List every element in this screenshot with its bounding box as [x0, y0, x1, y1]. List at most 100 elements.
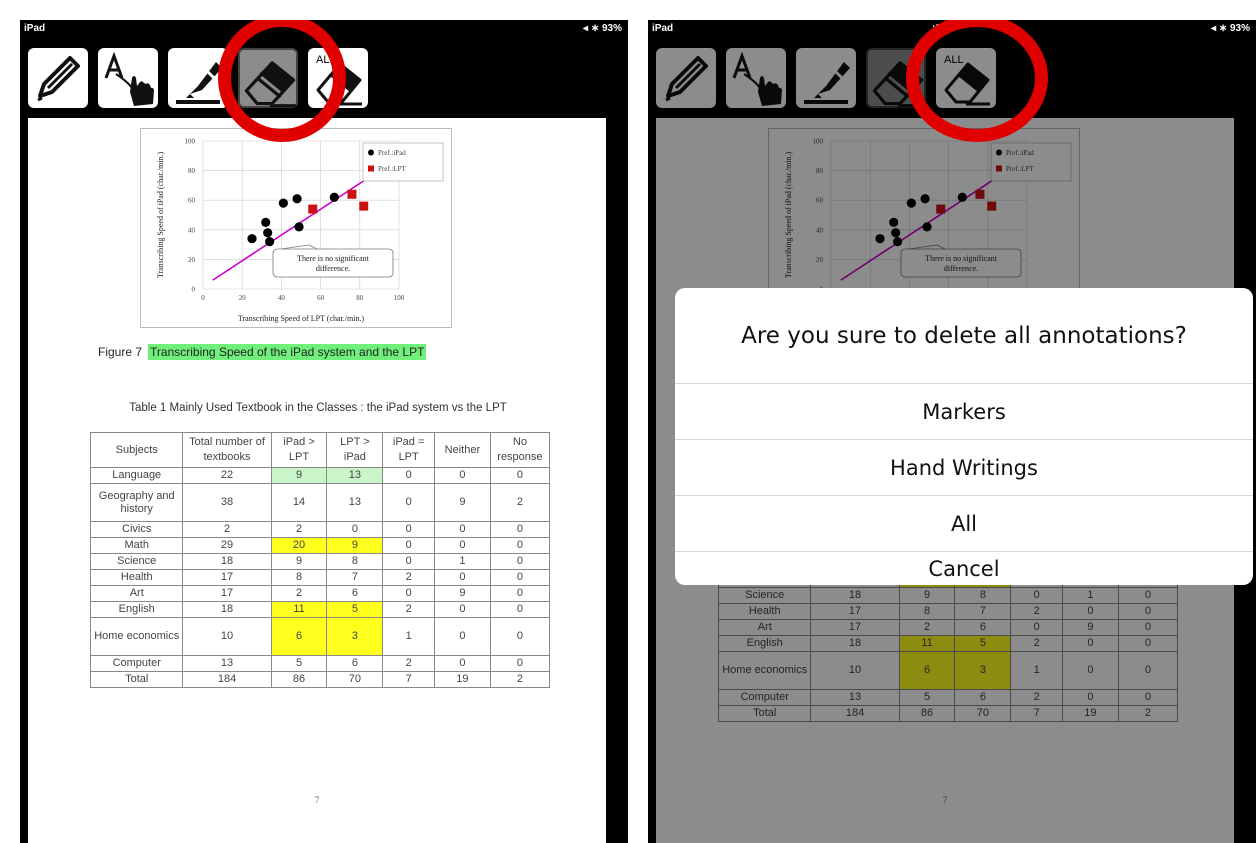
- table-cell: 2: [489, 671, 551, 688]
- table-cell: 0: [382, 483, 435, 522]
- data-point-ipad: [329, 192, 339, 202]
- legend-label: Pref.:LPT: [378, 165, 407, 173]
- table-cell: 19: [433, 671, 491, 688]
- table-cell: 5: [270, 655, 328, 672]
- table-cell: 0: [489, 569, 551, 586]
- table-cell: 70: [326, 671, 384, 688]
- table-cell: 0: [433, 601, 491, 618]
- y-tick-label: 60: [188, 197, 196, 205]
- table-header-row: Subjects Total number of textbooks iPad …: [89, 432, 551, 468]
- status-bar: iPad 13: ◂ ∗ 93%: [20, 20, 628, 38]
- all-label: ALL: [316, 54, 336, 66]
- device-label: iPad: [24, 23, 46, 34]
- table-cell: 184: [182, 671, 272, 688]
- x-tick-label: 20: [239, 294, 247, 302]
- table-cell: 2: [182, 521, 272, 538]
- pencil-icon: [37, 56, 80, 102]
- table-cell: 3: [326, 617, 384, 656]
- data-point-lpt: [347, 189, 357, 199]
- table-cell: 0: [433, 655, 491, 672]
- device-label: iPad: [652, 23, 674, 34]
- annotation-pointer: [280, 244, 318, 250]
- table-cell: 13: [182, 655, 272, 672]
- table-cell: 5: [326, 601, 384, 618]
- data-point-ipad: [278, 198, 288, 208]
- row-subject-cell: Civics: [89, 521, 184, 538]
- legend-marker-circle: [368, 149, 374, 156]
- battery-indicator: ◂ ∗ 93%: [583, 23, 622, 34]
- table-row: Geography and history 38 14 13 0 9 2: [89, 483, 551, 522]
- row-subject-cell: Health: [89, 569, 184, 586]
- table-cell: 9: [433, 483, 491, 522]
- table-cell: 22: [182, 467, 272, 484]
- scatter-chart: 0 20 40 60 80 100 0 20 40 60 80 100 Transcribing Spe…: [140, 128, 452, 328]
- data-point-ipad: [265, 237, 275, 247]
- table-cell: 0: [489, 537, 551, 554]
- header-cell: Neither: [433, 432, 491, 468]
- table-cell: 0: [382, 585, 435, 602]
- header-cell: iPad > LPT: [270, 432, 328, 468]
- document-page[interactable]: 0 20 40 60 80 100 0 20 40 60 80 100 Transcribing Spe…: [28, 118, 606, 843]
- header-cell: iPad = LPT: [382, 432, 435, 468]
- table-cell: 9: [270, 553, 328, 570]
- table-row: Civics 2 2 0 0 0 0: [89, 521, 551, 538]
- eraser-tool-button[interactable]: [238, 48, 298, 108]
- toolbar-dim-overlay: [648, 38, 1256, 118]
- ipad-screen-right: iPad :05 ◂ ∗ 93% ALL 20 40 60 80 100 Tra…: [648, 20, 1256, 843]
- table-cell: 10: [182, 617, 272, 656]
- header-cell: Subjects: [89, 432, 184, 468]
- table-row: Total 184 86 70 7 19 2: [89, 671, 551, 688]
- header-cell: No response: [489, 432, 551, 468]
- pencil-tool-button[interactable]: [28, 48, 88, 108]
- data-point-ipad: [294, 222, 304, 232]
- table-row: Art 17 2 6 0 9 0: [89, 585, 551, 602]
- table-cell: 9: [270, 467, 328, 484]
- table-cell: 7: [382, 671, 435, 688]
- table-cell: 2: [270, 521, 328, 538]
- header-cell: LPT > iPad: [326, 432, 384, 468]
- text-handwriting-tool-button[interactable]: [98, 48, 158, 108]
- annotation-text: There is no significant: [297, 254, 370, 263]
- table-cell: 0: [489, 467, 551, 484]
- y-tick-label: 80: [188, 167, 196, 175]
- table-cell: 1: [433, 553, 491, 570]
- page-number: 7: [314, 795, 320, 805]
- table-cell: 7: [326, 569, 384, 586]
- table-cell: 86: [270, 671, 328, 688]
- y-axis-label: Transcribing Speed of iPad (char./min.): [156, 151, 165, 278]
- marker-icon: [176, 62, 222, 104]
- table-cell: 38: [182, 483, 272, 522]
- row-subject-cell: Computer: [89, 655, 184, 672]
- table-cell: 17: [182, 585, 272, 602]
- table-cell: 0: [433, 467, 491, 484]
- row-subject-cell: Total: [89, 671, 184, 688]
- table-cell: 9: [433, 585, 491, 602]
- table-cell: 18: [182, 601, 272, 618]
- annotation-text: difference.: [316, 264, 350, 273]
- table-cell: 17: [182, 569, 272, 586]
- table-cell: 0: [433, 569, 491, 586]
- table-row: Health 17 8 7 2 0 0: [89, 569, 551, 586]
- all-button[interactable]: All: [675, 496, 1253, 552]
- table-cell: 0: [489, 553, 551, 570]
- table-cell: 8: [326, 553, 384, 570]
- cancel-button[interactable]: Cancel: [675, 552, 1253, 585]
- table-cell: 13: [326, 467, 384, 484]
- erase-all-tool-button[interactable]: ALL: [308, 48, 368, 108]
- data-point-ipad: [261, 217, 271, 227]
- hand-writings-button[interactable]: Hand Writings: [675, 440, 1253, 496]
- table-cell: 13: [326, 483, 384, 522]
- table-cell: 11: [270, 601, 328, 618]
- highlighted-caption: Transcribing Speed of the iPad system an…: [148, 344, 427, 360]
- markers-button[interactable]: Markers: [675, 384, 1253, 440]
- table-row: Home economics 10 6 3 1 0 0: [89, 617, 551, 656]
- table-row: Computer 13 5 6 2 0 0: [89, 655, 551, 672]
- battery-indicator: ◂ ∗ 93%: [1211, 23, 1250, 34]
- marker-tool-button[interactable]: [168, 48, 228, 108]
- table-cell: 0: [433, 521, 491, 538]
- chart-svg: 0 20 40 60 80 100 0 20 40 60 80 100 Transcribing Spe…: [156, 138, 444, 323]
- table-cell: 0: [489, 521, 551, 538]
- status-bar: iPad :05 ◂ ∗ 93%: [648, 20, 1256, 38]
- annotation-toolbar: ALL: [20, 38, 628, 118]
- table-cell: 0: [433, 617, 491, 656]
